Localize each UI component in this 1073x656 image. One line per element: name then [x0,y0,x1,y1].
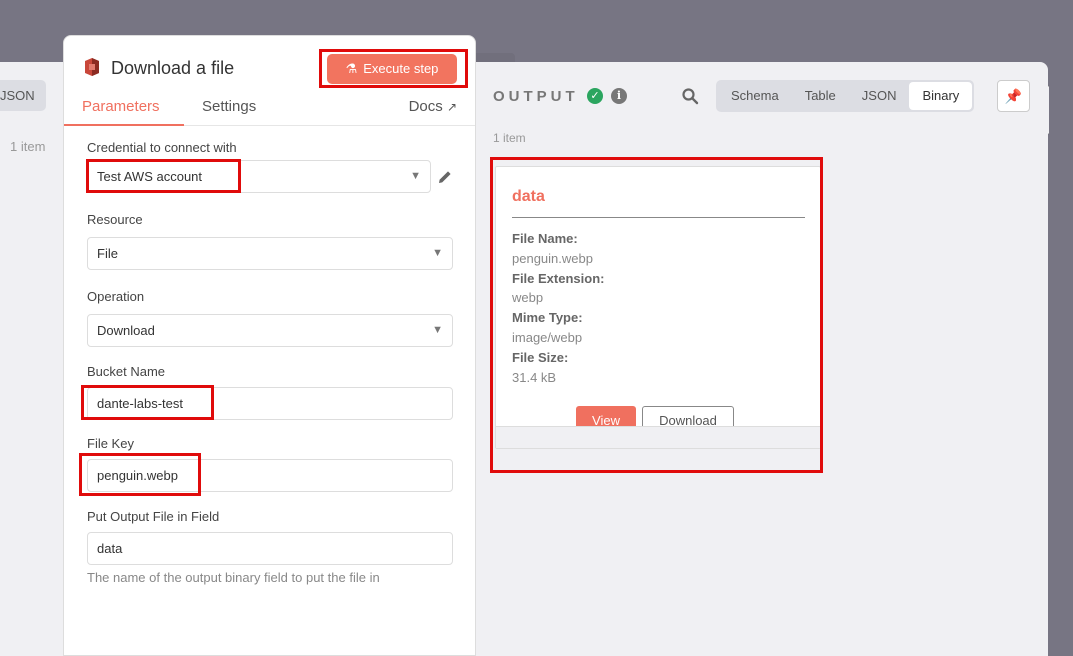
docs-label: Docs [408,98,443,115]
resource-label: Resource [87,212,143,227]
card-footer [496,426,820,448]
bucket-name-label: Bucket Name [87,364,166,379]
execute-step-label: Execute step [363,61,439,76]
file-size-label: File Size: [512,349,569,365]
file-name-label: File Name: [512,231,578,246]
execute-step-button[interactable]: ⚗ Execute step [327,54,457,84]
mime-type-value: image/webp [512,329,583,345]
info-icon[interactable]: i [611,88,627,104]
search-icon[interactable] [681,87,699,105]
output-panel: OUTPUT ✓ i Schema Table JSON Binary 📌 1 … [470,62,1048,656]
mime-type-label: Mime Type: [512,310,583,326]
bucket-name-value: dante-labs-test [97,396,183,411]
view-tab-binary[interactable]: Binary [909,82,973,110]
view-tab-table[interactable]: Table [792,82,849,110]
output-field-hint: The name of the output binary field to p… [87,570,380,585]
output-field-label: Put Output File in Field [87,509,220,524]
canvas-backdrop [1049,62,1073,656]
output-items-count: 1 item [493,131,526,145]
node-title: Download a file [111,58,235,78]
file-key-label: File Key [87,436,134,451]
credential-label: Credential to connect with [87,140,237,155]
aws-s3-icon [85,58,99,76]
chevron-down-icon: ▼ [410,170,421,182]
tab-settings[interactable]: Settings [202,98,256,126]
input-items-count: 1 item [10,139,46,154]
flask-icon: ⚗ [345,61,358,76]
credential-value: Test AWS account [97,169,203,184]
file-key-input[interactable]: penguin.webp [87,459,453,492]
node-parameters-panel: Download a file ⚗ Execute step Parameters… [63,35,476,656]
file-extension-label: File Extension: [512,270,605,286]
output-field-input[interactable]: data [87,532,453,565]
operation-select[interactable]: Download ▼ [87,314,453,347]
external-link-icon: ↗ [446,100,457,114]
pencil-icon[interactable] [436,168,454,186]
file-extension-value: webp [512,290,544,306]
view-tab-schema[interactable]: Schema [718,82,792,110]
input-json-tab[interactable]: JSON [0,80,46,111]
binary-data-card: data File Name: penguin.webp File Extens… [495,166,821,449]
divider [512,217,805,218]
chevron-down-icon: ▼ [432,247,443,259]
output-title: OUTPUT [493,88,579,105]
output-view-tabs: Schema Table JSON Binary [716,80,975,112]
operation-value: Download [97,323,155,338]
operation-label: Operation [87,289,145,304]
file-size-value: 31.4 kB [512,369,557,385]
credential-select[interactable]: Test AWS account ▼ [87,160,431,193]
file-key-value: penguin.webp [97,468,178,483]
chevron-down-icon: ▼ [432,324,443,336]
output-field-value: data [97,541,123,556]
docs-link[interactable]: Docs ↗ [409,98,457,115]
pin-icon[interactable]: 📌 [997,80,1030,112]
resource-value: File [97,246,118,261]
tab-parameters[interactable]: Parameters [64,98,184,126]
binary-metadata: File Name: penguin.webp File Extension: … [512,229,604,387]
bucket-name-input[interactable]: dante-labs-test [87,387,453,420]
view-tab-json[interactable]: JSON [849,82,910,110]
file-name-value: penguin.webp [512,250,593,266]
binary-key: data [512,188,545,205]
node-tabs: Parameters Settings Docs ↗ [64,98,475,126]
success-check-icon: ✓ [587,88,603,104]
resource-select[interactable]: File ▼ [87,237,453,270]
